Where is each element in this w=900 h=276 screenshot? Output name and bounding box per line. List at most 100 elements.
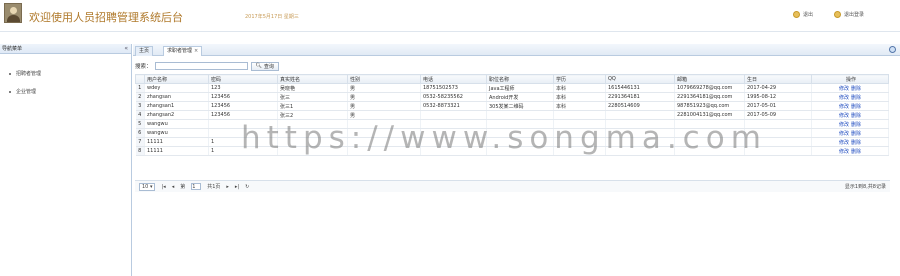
refresh-icon[interactable]: ↻ xyxy=(245,184,249,190)
search-row: 搜索： 🔍︎ 查询 xyxy=(135,61,279,71)
row-number: 7 xyxy=(135,137,145,147)
table-cell: wdey xyxy=(144,83,209,93)
header: 欢迎使用人员招聘管理系统后台 2017年5月17日 星期三 退出 退出登录 xyxy=(0,0,900,32)
row-number: 2 xyxy=(135,92,145,102)
table-cell: 987851923@qq.com xyxy=(674,101,745,111)
column-header[interactable]: 职位名称 xyxy=(486,74,554,84)
page-number-input[interactable]: 1 xyxy=(191,183,202,190)
edit-link[interactable]: 修改 xyxy=(839,149,849,155)
row-number: 3 xyxy=(135,101,145,111)
total-pages: 共1页 xyxy=(207,184,221,190)
bullet-icon xyxy=(9,90,11,93)
delete-link[interactable]: 删除 xyxy=(851,149,861,155)
nav-item-label: 招聘者管理 xyxy=(16,71,42,77)
next-page-icon[interactable]: ▸ xyxy=(226,184,229,190)
collapse-icon[interactable]: « xyxy=(124,44,128,54)
table-cell: zhangsan xyxy=(144,92,209,102)
column-header[interactable]: 用户名称 xyxy=(144,74,209,84)
delete-link[interactable]: 删除 xyxy=(851,95,861,101)
table-row[interactable]: 3 zhangsan1 123456 张三1 男 0532-8873321 305发某二维码… xyxy=(135,101,889,111)
last-page-icon[interactable]: ▸| xyxy=(235,184,239,190)
delete-link[interactable]: 删除 xyxy=(851,140,861,146)
nav-panel-header: 导航菜单 « xyxy=(0,44,131,54)
table-cell: 本科 xyxy=(553,101,606,111)
search-button[interactable]: 🔍︎ 查询 xyxy=(250,61,279,71)
actions-cell: 修改 删除 xyxy=(811,137,889,147)
tab-home[interactable]: 主页 xyxy=(135,46,154,56)
delete-link[interactable]: 删除 xyxy=(851,131,861,137)
table-header-row: 用户名称 密码 真实姓名 性别 电话 职位名称 学历 QQ 邮箱 生日 操作 xyxy=(135,74,889,84)
tab-bar: 主页 求职者管理 × xyxy=(133,44,900,56)
column-header[interactable]: 电话 xyxy=(420,74,487,84)
pager-info: 显示1到8,共8记录 xyxy=(844,184,886,190)
column-header[interactable]: 真实姓名 xyxy=(277,74,348,84)
delete-link[interactable]: 删除 xyxy=(851,122,861,128)
table-cell xyxy=(420,110,487,120)
row-number-header xyxy=(135,74,145,84)
first-page-icon[interactable]: |◂ xyxy=(161,184,165,190)
table-row[interactable]: 2 zhangsan 123456 张三男 0532-58235562 Android开发… xyxy=(135,92,889,102)
prev-page-icon[interactable]: ◂ xyxy=(172,184,175,190)
row-number: 8 xyxy=(135,146,145,156)
table-cell: 2291364181@qq.com xyxy=(674,92,745,102)
table-cell: 123456 xyxy=(208,110,278,120)
column-header[interactable]: 密码 xyxy=(208,74,278,84)
gear-icon[interactable] xyxy=(889,46,896,53)
edit-link[interactable]: 修改 xyxy=(839,131,849,137)
edit-link[interactable]: 修改 xyxy=(839,104,849,110)
search-input[interactable] xyxy=(154,62,248,70)
table-cell: 张三1 xyxy=(277,101,348,111)
table-cell: Java工程师 xyxy=(486,83,554,93)
tab-label: 求职者管理 xyxy=(167,48,193,54)
nav-item-recruiter[interactable]: 招聘者管理 xyxy=(9,70,41,77)
nav-item-company[interactable]: 企业管理 xyxy=(9,88,36,95)
pagination-bar: 10 ▾ |◂ ◂ 第 1 共1页 ▸ ▸| ↻ 显示1到8,共8记录 xyxy=(135,180,890,192)
delete-link[interactable]: 删除 xyxy=(851,113,861,119)
row-number: 6 xyxy=(135,128,145,138)
sign-out-button[interactable]: 退出登录 xyxy=(834,9,864,19)
delete-link[interactable]: 删除 xyxy=(851,86,861,92)
tab-applicant-management[interactable]: 求职者管理 × xyxy=(163,46,203,56)
table-row[interactable]: 4 zhangsan2 123456 张三2 男 2281004131@qq.com 201… xyxy=(135,110,889,120)
table-cell: 0532-58235562 xyxy=(420,92,487,102)
column-header[interactable]: 生日 xyxy=(744,74,812,84)
actions-cell: 修改 删除 xyxy=(811,92,889,102)
row-number: 4 xyxy=(135,110,145,120)
table-cell: Android开发 xyxy=(486,92,554,102)
bullet-icon xyxy=(9,72,11,75)
edit-link[interactable]: 修改 xyxy=(839,86,849,92)
table-cell: 男 xyxy=(347,110,421,120)
edit-link[interactable]: 修改 xyxy=(839,95,849,101)
search-button-label: 查询 xyxy=(263,63,274,70)
table-cell: 18751502573 xyxy=(420,83,487,93)
table-cell: 1995-08-12 xyxy=(744,92,812,102)
page-size-select[interactable]: 10 ▾ xyxy=(139,182,156,191)
table-row[interactable]: 1 wdey 123 吴晓艳男 18751502573 Java工程师 本科 16154461… xyxy=(135,83,889,93)
table-cell: 2017-05-01 xyxy=(744,101,812,111)
table-cell: 305发某二维码 xyxy=(486,101,554,111)
table-cell xyxy=(605,110,675,120)
close-icon[interactable]: × xyxy=(194,48,198,54)
nav-panel-title: 导航菜单 xyxy=(2,46,23,52)
actions-cell: 修改 删除 xyxy=(811,119,889,129)
table-cell: 2017-05-09 xyxy=(744,110,812,120)
tab-label: 主页 xyxy=(139,48,150,54)
logout-button[interactable]: 退出 xyxy=(793,9,813,19)
logout-label: 退出 xyxy=(803,11,814,18)
actions-cell: 修改 删除 xyxy=(811,110,889,120)
edit-link[interactable]: 修改 xyxy=(839,113,849,119)
edit-link[interactable]: 修改 xyxy=(839,140,849,146)
column-header[interactable]: 性别 xyxy=(347,74,421,84)
delete-link[interactable]: 删除 xyxy=(851,104,861,110)
column-header[interactable]: 邮箱 xyxy=(674,74,745,84)
table-cell: 0532-8873321 xyxy=(420,101,487,111)
edit-link[interactable]: 修改 xyxy=(839,122,849,128)
column-header[interactable]: QQ xyxy=(605,74,675,84)
search-icon: 🔍︎ xyxy=(255,63,262,69)
table-cell: 张三 xyxy=(277,92,348,102)
table-cell: 123456 xyxy=(208,101,278,111)
page-size-value: 10 xyxy=(142,183,149,190)
column-header[interactable]: 学历 xyxy=(553,74,606,84)
table-cell: 2291364181 xyxy=(605,92,675,102)
column-header[interactable]: 操作 xyxy=(811,74,889,84)
